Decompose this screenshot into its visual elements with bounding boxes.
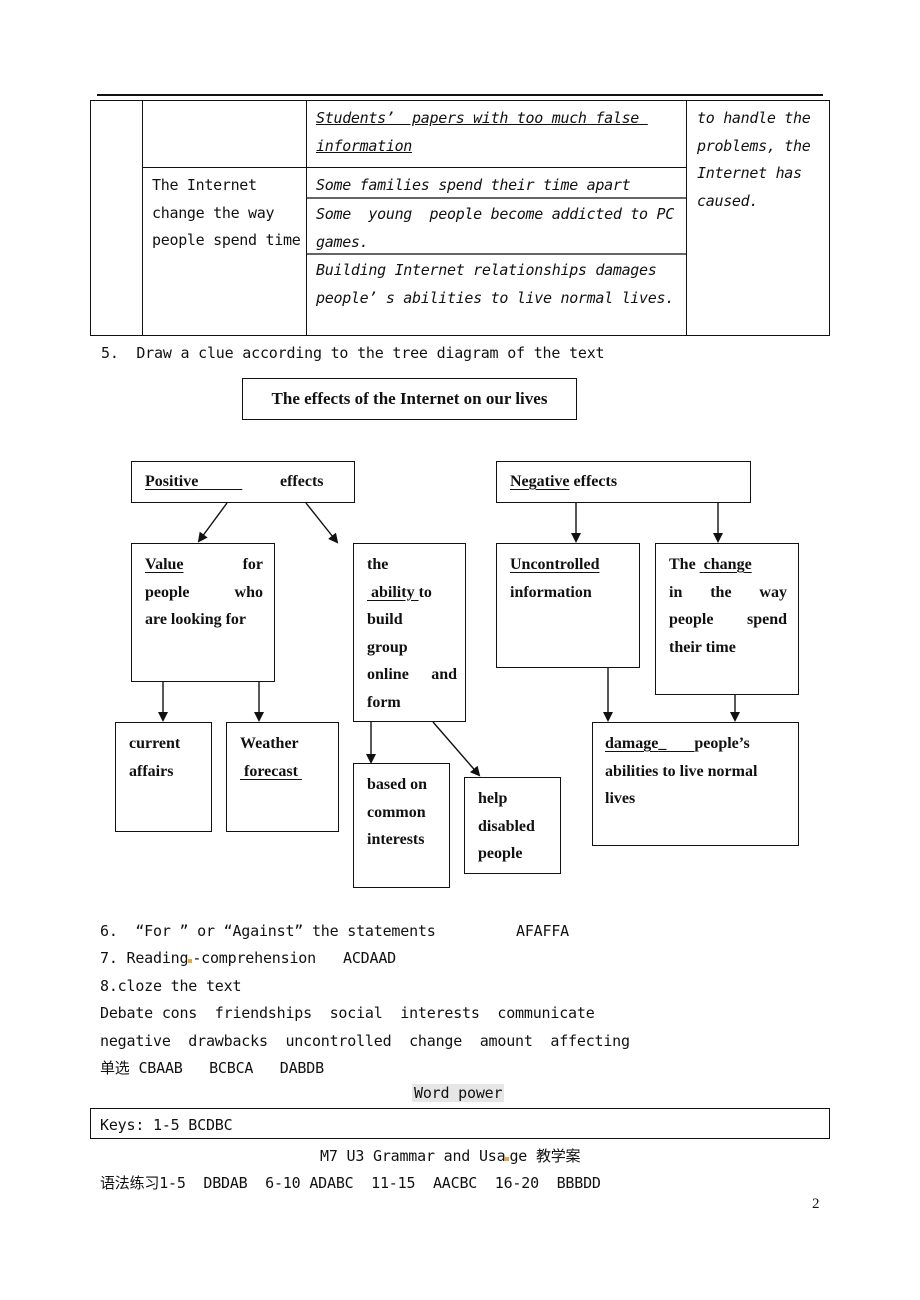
- help-line3: people: [478, 845, 523, 862]
- damage-rest: people’s: [694, 735, 750, 752]
- common-line1: based on: [367, 776, 428, 793]
- single-choice-line: 单选 CBAAB BCBCA DABDB: [100, 1057, 324, 1078]
- change-prefix: The: [669, 556, 700, 573]
- grammar-title: M7 U3 Grammar and Usa ge 教学案: [320, 1147, 581, 1165]
- help-line1: help: [478, 790, 508, 807]
- ability-line: build: [367, 611, 403, 628]
- grammar-answers: 1-5 DBDAB 6-10 ADABC 11-15 AACBC 16-20 B…: [159, 1174, 601, 1192]
- cloze-words-line2: negative drawbacks uncontrolled change a…: [100, 1032, 630, 1050]
- value-blank: Value: [145, 556, 184, 573]
- damage-line3: lives: [605, 790, 636, 807]
- word-power-keys: Keys: 1-5 BCDBC: [100, 1116, 233, 1134]
- value-box: Value for people who are looking for: [131, 543, 275, 682]
- change-line3: people spend: [669, 611, 787, 628]
- negative-blank: Negative: [510, 473, 570, 490]
- value-line2: people who: [145, 579, 263, 607]
- common-line2: common: [367, 803, 426, 821]
- weather-blank: forecast: [244, 762, 298, 780]
- diagram-root-box: The effects of the Internet on our lives: [242, 378, 577, 420]
- weather-line1: Weather: [240, 735, 299, 752]
- weather-forecast-box: Weather forecast: [226, 722, 339, 832]
- grammar-label: 语法练习: [100, 1174, 160, 1192]
- q8-label: 8.cloze the text: [100, 977, 242, 995]
- diagram-root-title: The effects of the Internet on our lives: [271, 389, 548, 408]
- ability-line1: the: [367, 556, 389, 573]
- value-text: for: [242, 556, 263, 573]
- current-affairs-box: current affairs: [115, 722, 212, 832]
- positive-blank: Positive: [145, 473, 199, 490]
- cloze-words-line1: Debate cons friendships social interests…: [100, 1004, 595, 1022]
- value-word: people: [145, 583, 190, 601]
- current-line1: current: [129, 735, 181, 752]
- arrow-positive-to-ability: [305, 502, 339, 544]
- positive-suffix: effects: [280, 473, 324, 490]
- word-power-title: Word power: [412, 1084, 505, 1102]
- value-line3: are looking for: [145, 611, 247, 628]
- arrow-positive-to-value: [197, 502, 228, 543]
- q7-answer: ACDAAD: [343, 949, 396, 967]
- negative-effects-box: Negative effects: [496, 461, 751, 503]
- common-line3: interests: [367, 831, 425, 848]
- ability-line: online and: [367, 666, 457, 683]
- change-blank: change: [703, 556, 752, 573]
- q6-answer: AFAFFA: [516, 922, 569, 940]
- ability-box: the ability to build group online and for…: [353, 543, 466, 722]
- damage-box: damage_ people’s abilities to live norma…: [592, 722, 799, 846]
- common-interests-box: based on common interests: [353, 763, 450, 888]
- uncontrolled-blank: Uncontrolled: [510, 556, 600, 573]
- negative-suffix: effects: [569, 473, 618, 490]
- single-choice-answers: CBAAB BCBCA DABDB: [138, 1059, 324, 1077]
- uncontrolled-box: Uncontrolled information: [496, 543, 640, 668]
- change-line2: in the way: [669, 583, 787, 601]
- change-box: The change in the way people spend their ti…: [655, 543, 799, 695]
- ability-blank: ability: [371, 583, 415, 601]
- value-word: who: [234, 583, 263, 601]
- q7-label: 7. Reading -comprehension: [100, 949, 316, 967]
- current-line2: affairs: [129, 762, 174, 780]
- ability-line2-rest: to: [418, 583, 432, 601]
- uncontrolled-line2: information: [510, 583, 592, 601]
- change-line4: their time: [669, 638, 736, 656]
- damage-line2: abilities to live normal: [605, 762, 758, 780]
- page-number: 2: [812, 1196, 820, 1212]
- help-line2: disabled: [478, 817, 535, 835]
- q6-label: 6. “For ” or “Against” the statements: [100, 922, 436, 940]
- help-disabled-box: help disabled people: [464, 777, 561, 874]
- damage-blank: damage_: [605, 735, 695, 752]
- blank-underline: [198, 473, 242, 490]
- grammar-answers-line: 语法练习1-5 DBDAB 6-10 ADABC 11-15 AACBC 16-…: [100, 1172, 601, 1193]
- ability-line: form: [367, 693, 401, 711]
- single-choice-label: 单选: [100, 1059, 130, 1077]
- word-power-keys-box: Keys: 1-5 BCDBC: [90, 1108, 830, 1139]
- ability-line: group: [367, 638, 408, 656]
- positive-effects-box: Positive effects: [131, 461, 355, 503]
